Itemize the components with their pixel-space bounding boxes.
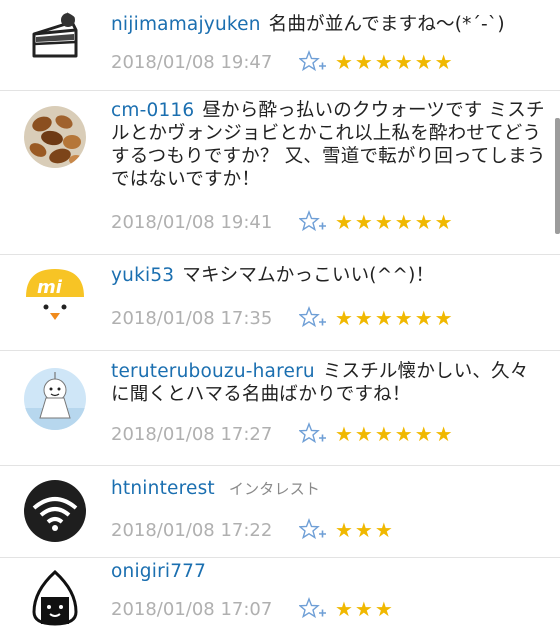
comment-text: マキシマムかっこいい(^^)！ <box>182 265 435 286</box>
add-star-icon[interactable] <box>299 210 327 234</box>
comment-username[interactable]: nijimamajyuken <box>111 14 261 35</box>
comment-item: cm-0116 昼から酔っ払いのクウォーツです ミスチルとかヴォンジョビとかこれ以… <box>0 91 560 255</box>
comment-item: teruterubouzu-hareru ミスチル懐かしい、久々に聞くとハマる名曲… <box>0 351 560 466</box>
svg-text:mi: mi <box>37 277 63 298</box>
comment-username[interactable]: teruterubouzu-hareru <box>111 361 315 382</box>
teru-teru-bozu-icon[interactable] <box>24 368 86 430</box>
comment-username[interactable]: onigiri777 <box>111 561 206 582</box>
comment-user-subtitle: インタレスト <box>228 480 321 498</box>
comment-item: mi yuki53 マキシマムかっこいい(^^)！ 2018/01/08 17:3… <box>0 255 560 351</box>
comment-timestamp: 2018/01/08 19:47 <box>111 51 273 73</box>
comment-item: htninterest インタレスト 2018/01/08 17:22 ★★★ <box>0 466 560 558</box>
comment-timestamp: 2018/01/08 17:22 <box>111 519 273 541</box>
add-star-icon[interactable] <box>299 50 327 74</box>
comment-timestamp: 2018/01/08 19:41 <box>111 211 273 233</box>
wifi-signal-icon[interactable] <box>24 480 86 542</box>
star-rating: ★★★ <box>335 597 395 621</box>
comment-username[interactable]: cm-0116 <box>111 100 194 121</box>
comment-timestamp: 2018/01/08 17:07 <box>111 598 273 620</box>
cake-slice-icon[interactable] <box>24 10 86 72</box>
star-rating: ★★★★★★ <box>335 50 455 74</box>
comment-timestamp: 2018/01/08 17:35 <box>111 307 273 329</box>
comment-item: nijimamajyuken 名曲が並んでますね〜(*´-`) 2018/01/0… <box>0 0 560 91</box>
comment-username[interactable]: htninterest <box>111 478 215 499</box>
star-rating: ★★★★★★ <box>335 422 455 446</box>
comment-timestamp: 2018/01/08 17:27 <box>111 423 273 445</box>
comment-username[interactable]: yuki53 <box>111 265 174 286</box>
comment-list: nijimamajyuken 名曲が並んでますね〜(*´-`) 2018/01/0… <box>0 0 560 640</box>
add-star-icon[interactable] <box>299 422 327 446</box>
onigiri-icon[interactable] <box>24 567 86 629</box>
star-rating: ★★★★★★ <box>335 306 455 330</box>
comment-text: 名曲が並んでますね〜(*´-`) <box>268 14 505 35</box>
yellow-chick-mi-icon[interactable]: mi <box>24 267 86 329</box>
nuts-icon[interactable] <box>24 106 86 168</box>
star-rating: ★★★ <box>335 518 395 542</box>
scrollbar-thumb[interactable] <box>555 118 560 234</box>
add-star-icon[interactable] <box>299 597 327 621</box>
comment-item: onigiri777 2018/01/08 17:07 ★★★ <box>0 558 560 640</box>
add-star-icon[interactable] <box>299 518 327 542</box>
add-star-icon[interactable] <box>299 306 327 330</box>
star-rating: ★★★★★★ <box>335 210 455 234</box>
